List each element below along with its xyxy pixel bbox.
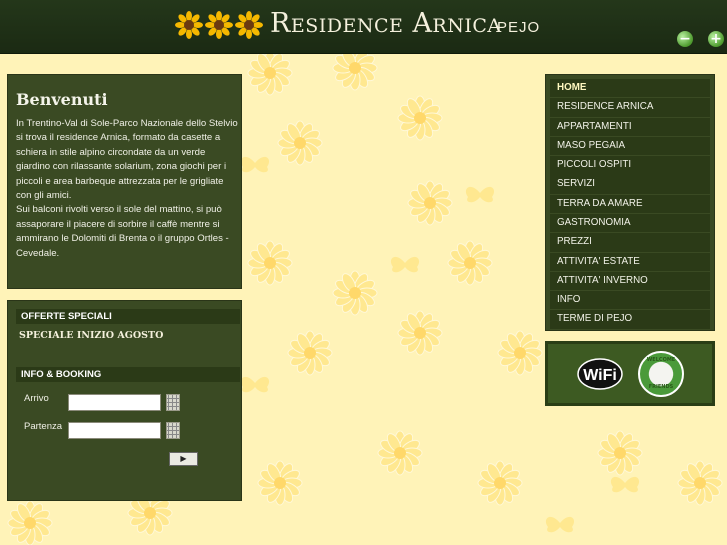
offers-heading: OFFERTE SPECIALI	[16, 309, 240, 324]
welcome-paragraph-1: In Trentino-Val di Sole-Parco Nazionale …	[16, 118, 238, 202]
nav-item-attivita-inverno[interactable]: ATTIVITA' INVERNO	[550, 271, 710, 291]
nav-item-prezzi[interactable]: PREZZI	[550, 233, 710, 252]
welcome-panel: Benvenuti In Trentino-Val di Sole-Parco …	[7, 74, 242, 289]
welcome-text: In Trentino-Val di Sole-Parco Nazionale …	[16, 117, 238, 261]
calendar-icon[interactable]	[166, 422, 180, 439]
nav-item-attivita-estate[interactable]: ATTIVITA' ESTATE	[550, 252, 710, 271]
nav-item-terra-da-amare[interactable]: TERRA DA AMARE	[550, 194, 710, 214]
zoom-out-icon[interactable]: −	[677, 31, 693, 47]
arrival-label: Arrivo	[24, 393, 49, 404]
submit-button[interactable]: ▶	[169, 452, 198, 466]
nav-item-gastronomia[interactable]: GASTRONOMIA	[550, 213, 710, 233]
wifi-text: WiFi	[583, 367, 617, 384]
main-navigation: HOME RESIDENCE ARNICA APPARTAMENTI MASO …	[545, 74, 715, 331]
nav-item-home[interactable]: HOME	[550, 79, 710, 98]
friends-bottom-text: FRIENDS	[648, 384, 674, 390]
nav-item-terme-di-pejo[interactable]: TERME DI PEJO	[550, 310, 710, 329]
wifi-icon: WiFi	[577, 358, 623, 390]
logo-sunflowers	[175, 11, 265, 39]
nav-item-residence-arnica[interactable]: RESIDENCE ARNICA	[550, 98, 710, 117]
offer-link[interactable]: SPECIALE INIZIO AGOSTO	[19, 330, 163, 341]
badges-panel: WiFi WELCOME FRIENDS	[545, 341, 715, 406]
nav-item-maso-pegaia[interactable]: MASO PEGAIA	[550, 136, 710, 156]
booking-heading: INFO & BOOKING	[16, 367, 240, 382]
arrival-date-input[interactable]	[68, 394, 161, 411]
nav-item-piccoli-ospiti[interactable]: PICCOLI OSPITI	[550, 156, 710, 175]
nav-item-appartamenti[interactable]: APPARTAMENTI	[550, 117, 710, 136]
site-title: Residence Arnica	[270, 8, 502, 39]
calendar-icon[interactable]	[166, 394, 180, 411]
welcome-title: Benvenuti	[16, 90, 108, 109]
site-subtitle: PEJO	[497, 19, 541, 36]
welcome-paragraph-2: Sui balconi rivolti verso il sole del ma…	[16, 204, 229, 259]
nav-item-servizi[interactable]: SERVIZI	[550, 175, 710, 194]
offers-booking-panel: OFFERTE SPECIALI SPECIALE INIZIO AGOSTO …	[7, 300, 242, 501]
welcome-friends-icon: WELCOME FRIENDS	[638, 351, 684, 397]
zoom-in-icon[interactable]: +	[708, 31, 724, 47]
friends-top-text: WELCOME	[646, 357, 676, 363]
site-header: Residence Arnica PEJO − +	[0, 0, 727, 54]
departure-label: Partenza	[24, 421, 63, 432]
nav-item-info[interactable]: INFO	[550, 291, 710, 310]
sunflower-icon	[175, 11, 263, 39]
departure-date-input[interactable]	[68, 422, 161, 439]
